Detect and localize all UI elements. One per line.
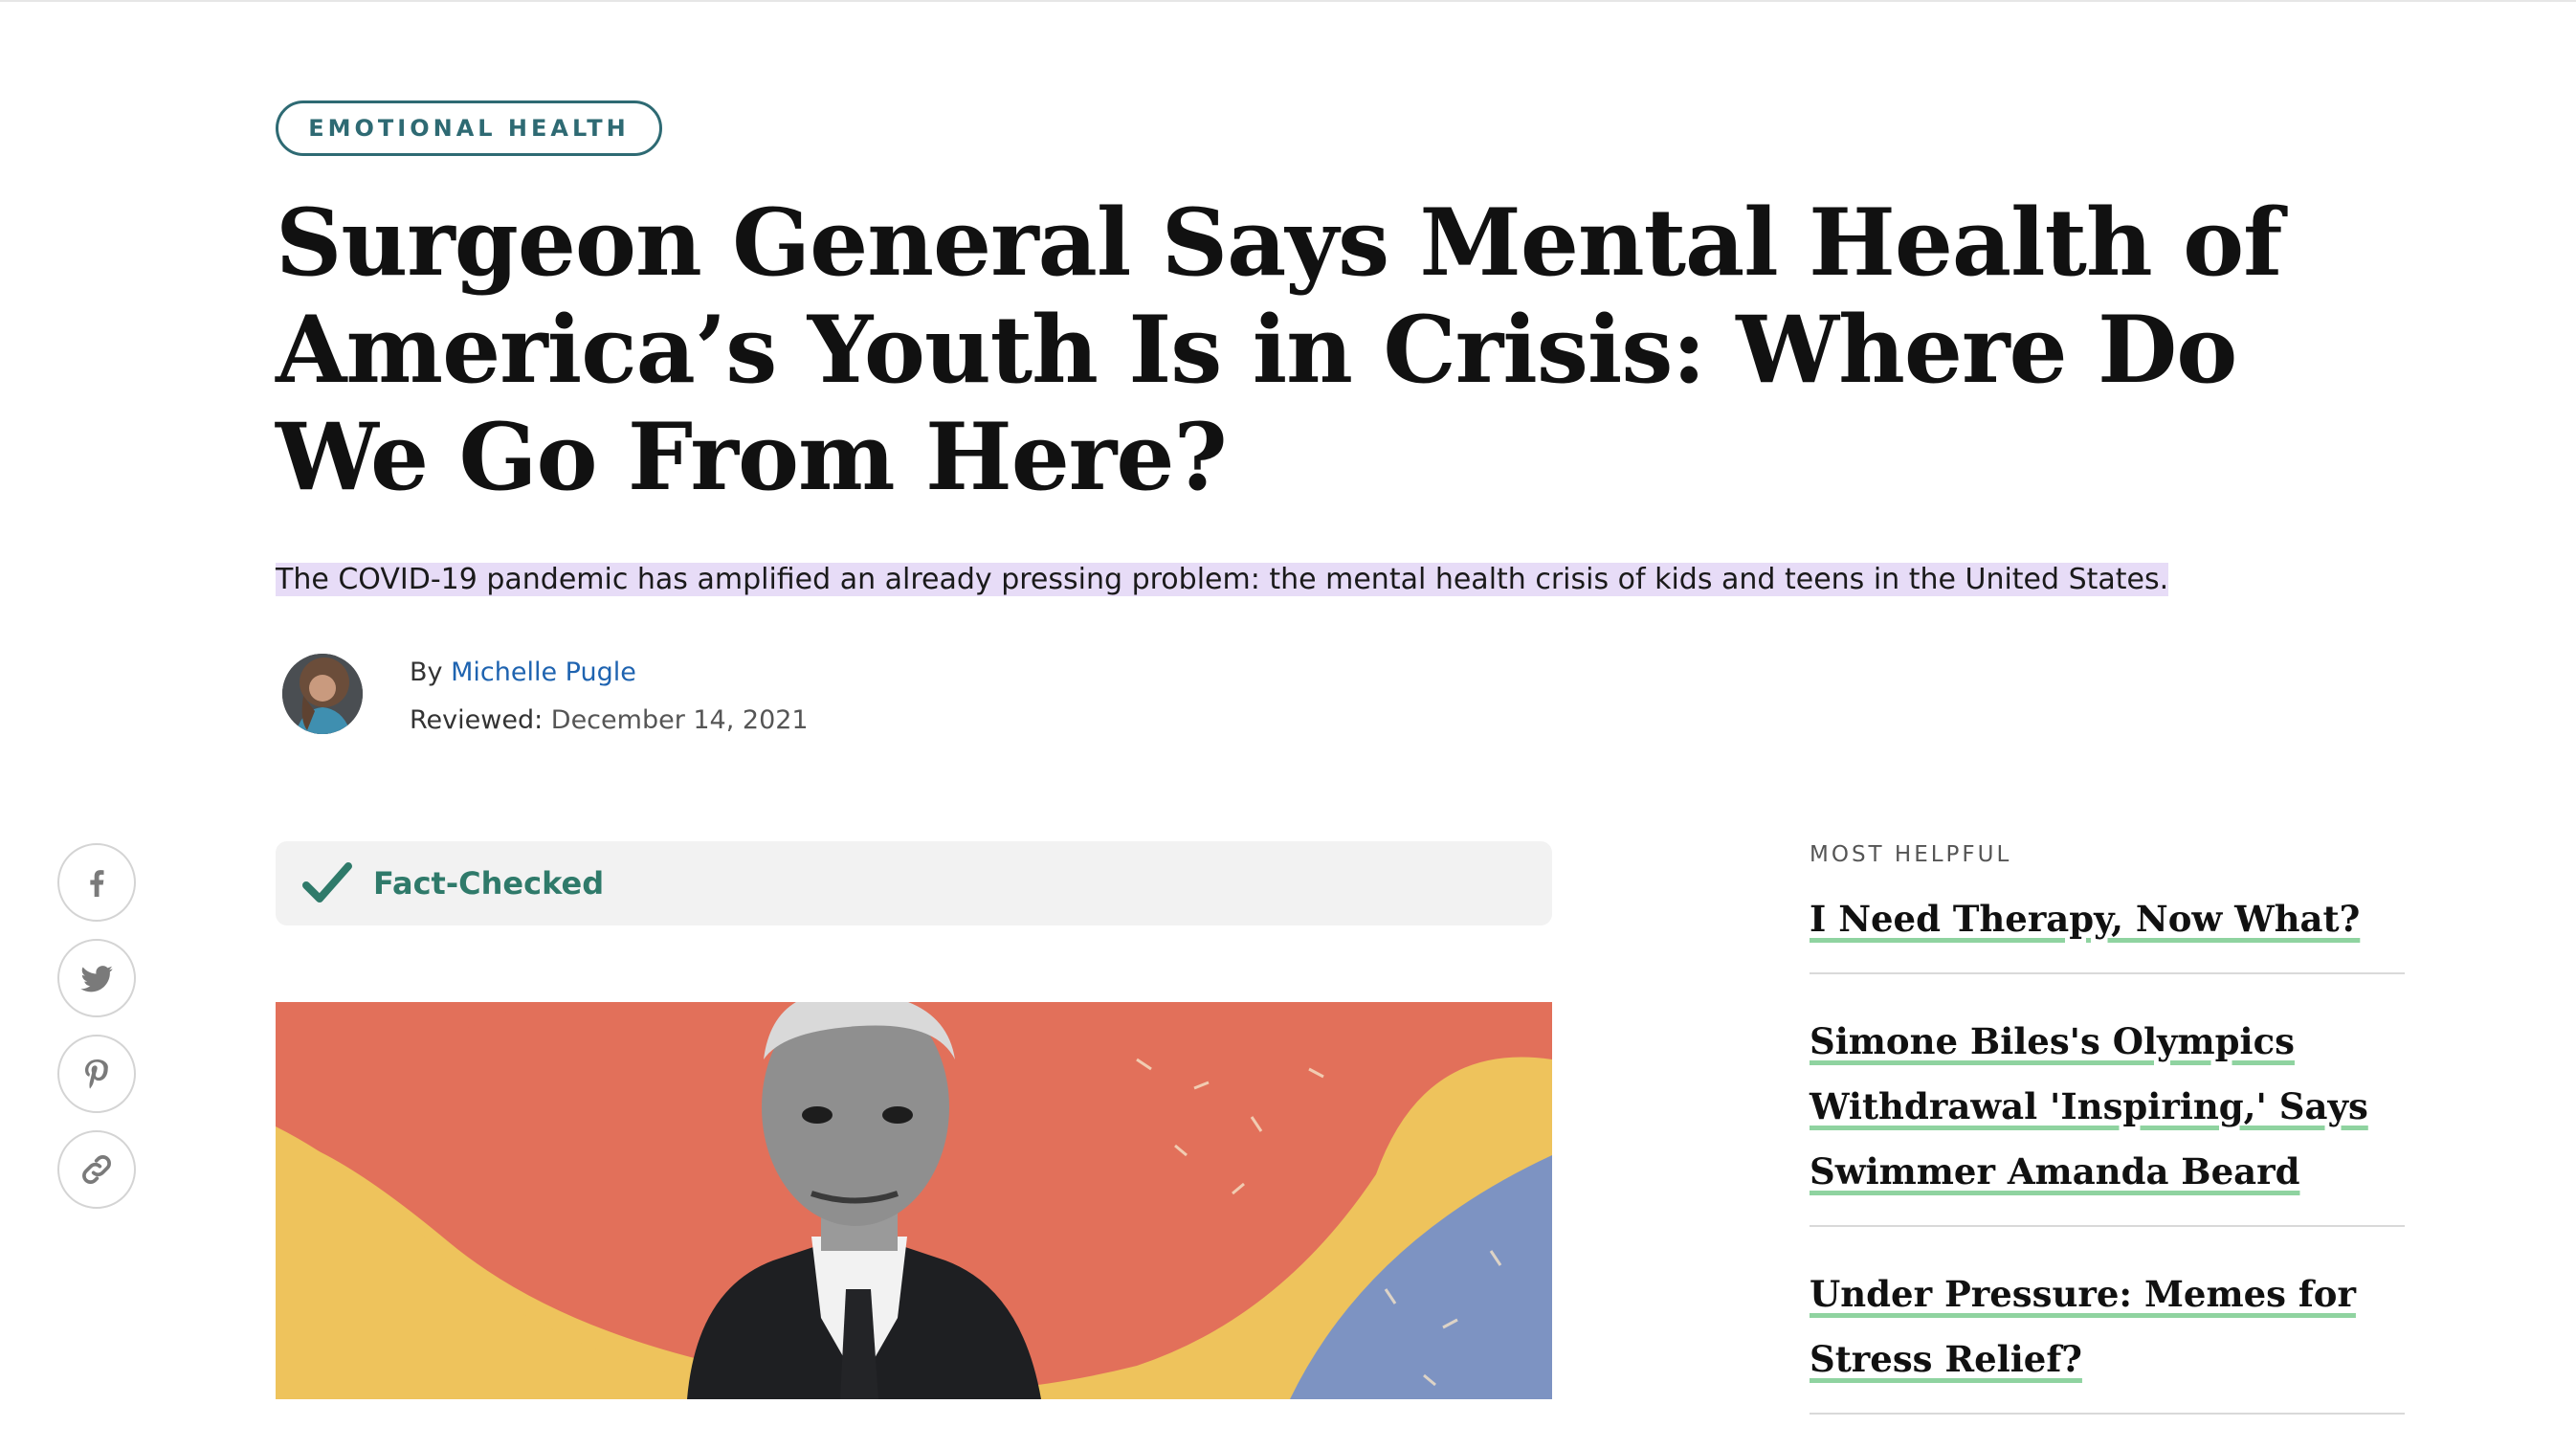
author-row: By Michelle Pugle [410, 655, 809, 702]
copy-link-button[interactable] [57, 1130, 136, 1209]
author-avatar[interactable] [282, 654, 363, 734]
reviewed-row: Reviewed: December 14, 2021 [410, 702, 809, 750]
link-icon [82, 1155, 111, 1184]
facebook-icon [90, 870, 104, 897]
category-tag[interactable]: EMOTIONAL HEALTH [276, 100, 662, 156]
reviewed-date: December 14, 2021 [550, 705, 809, 735]
share-twitter-button[interactable] [57, 939, 136, 1017]
share-pinterest-button[interactable] [57, 1035, 136, 1113]
list-item: I Need Therapy, Now What? [1810, 886, 2405, 974]
article-subtitle: The COVID-19 pandemic has amplified an a… [276, 559, 2169, 601]
sidebar-link-simone-biles[interactable]: Simone Biles's Olympics Withdrawal 'Insp… [1810, 1020, 2368, 1193]
most-helpful-sidebar: MOST HELPFUL I Need Therapy, Now What? S… [1810, 842, 2405, 1449]
reviewed-label: Reviewed: [410, 705, 544, 735]
list-item: Simone Biles's Olympics Withdrawal 'Insp… [1810, 1009, 2405, 1227]
hero-illustration [276, 1002, 1552, 1399]
twitter-icon [80, 966, 113, 992]
hero-image [276, 1002, 1552, 1399]
sidebar-link-therapy[interactable]: I Need Therapy, Now What? [1810, 898, 2360, 940]
fact-check-banner[interactable]: Fact-Checked [276, 841, 1552, 925]
pinterest-icon [85, 1059, 108, 1089]
byline: By Michelle Pugle Reviewed: December 14,… [410, 655, 809, 750]
sidebar-link-memes[interactable]: Under Pressure: Memes for Stress Relief? [1810, 1273, 2356, 1380]
share-facebook-button[interactable] [57, 843, 136, 922]
top-divider [0, 0, 2576, 2]
checkmark-icon [302, 862, 352, 903]
subtitle-text: The COVID-19 pandemic has amplified an a… [276, 563, 2169, 596]
avatar-image [282, 654, 363, 734]
by-label: By [410, 658, 443, 687]
list-item: Under Pressure: Memes for Stress Relief? [1810, 1261, 2405, 1415]
fact-check-label: Fact-Checked [373, 865, 605, 902]
sidebar-heading: MOST HELPFUL [1810, 842, 2012, 867]
article-title: Surgeon General Says Mental Health of Am… [276, 189, 2282, 511]
author-link[interactable]: Michelle Pugle [451, 658, 636, 687]
